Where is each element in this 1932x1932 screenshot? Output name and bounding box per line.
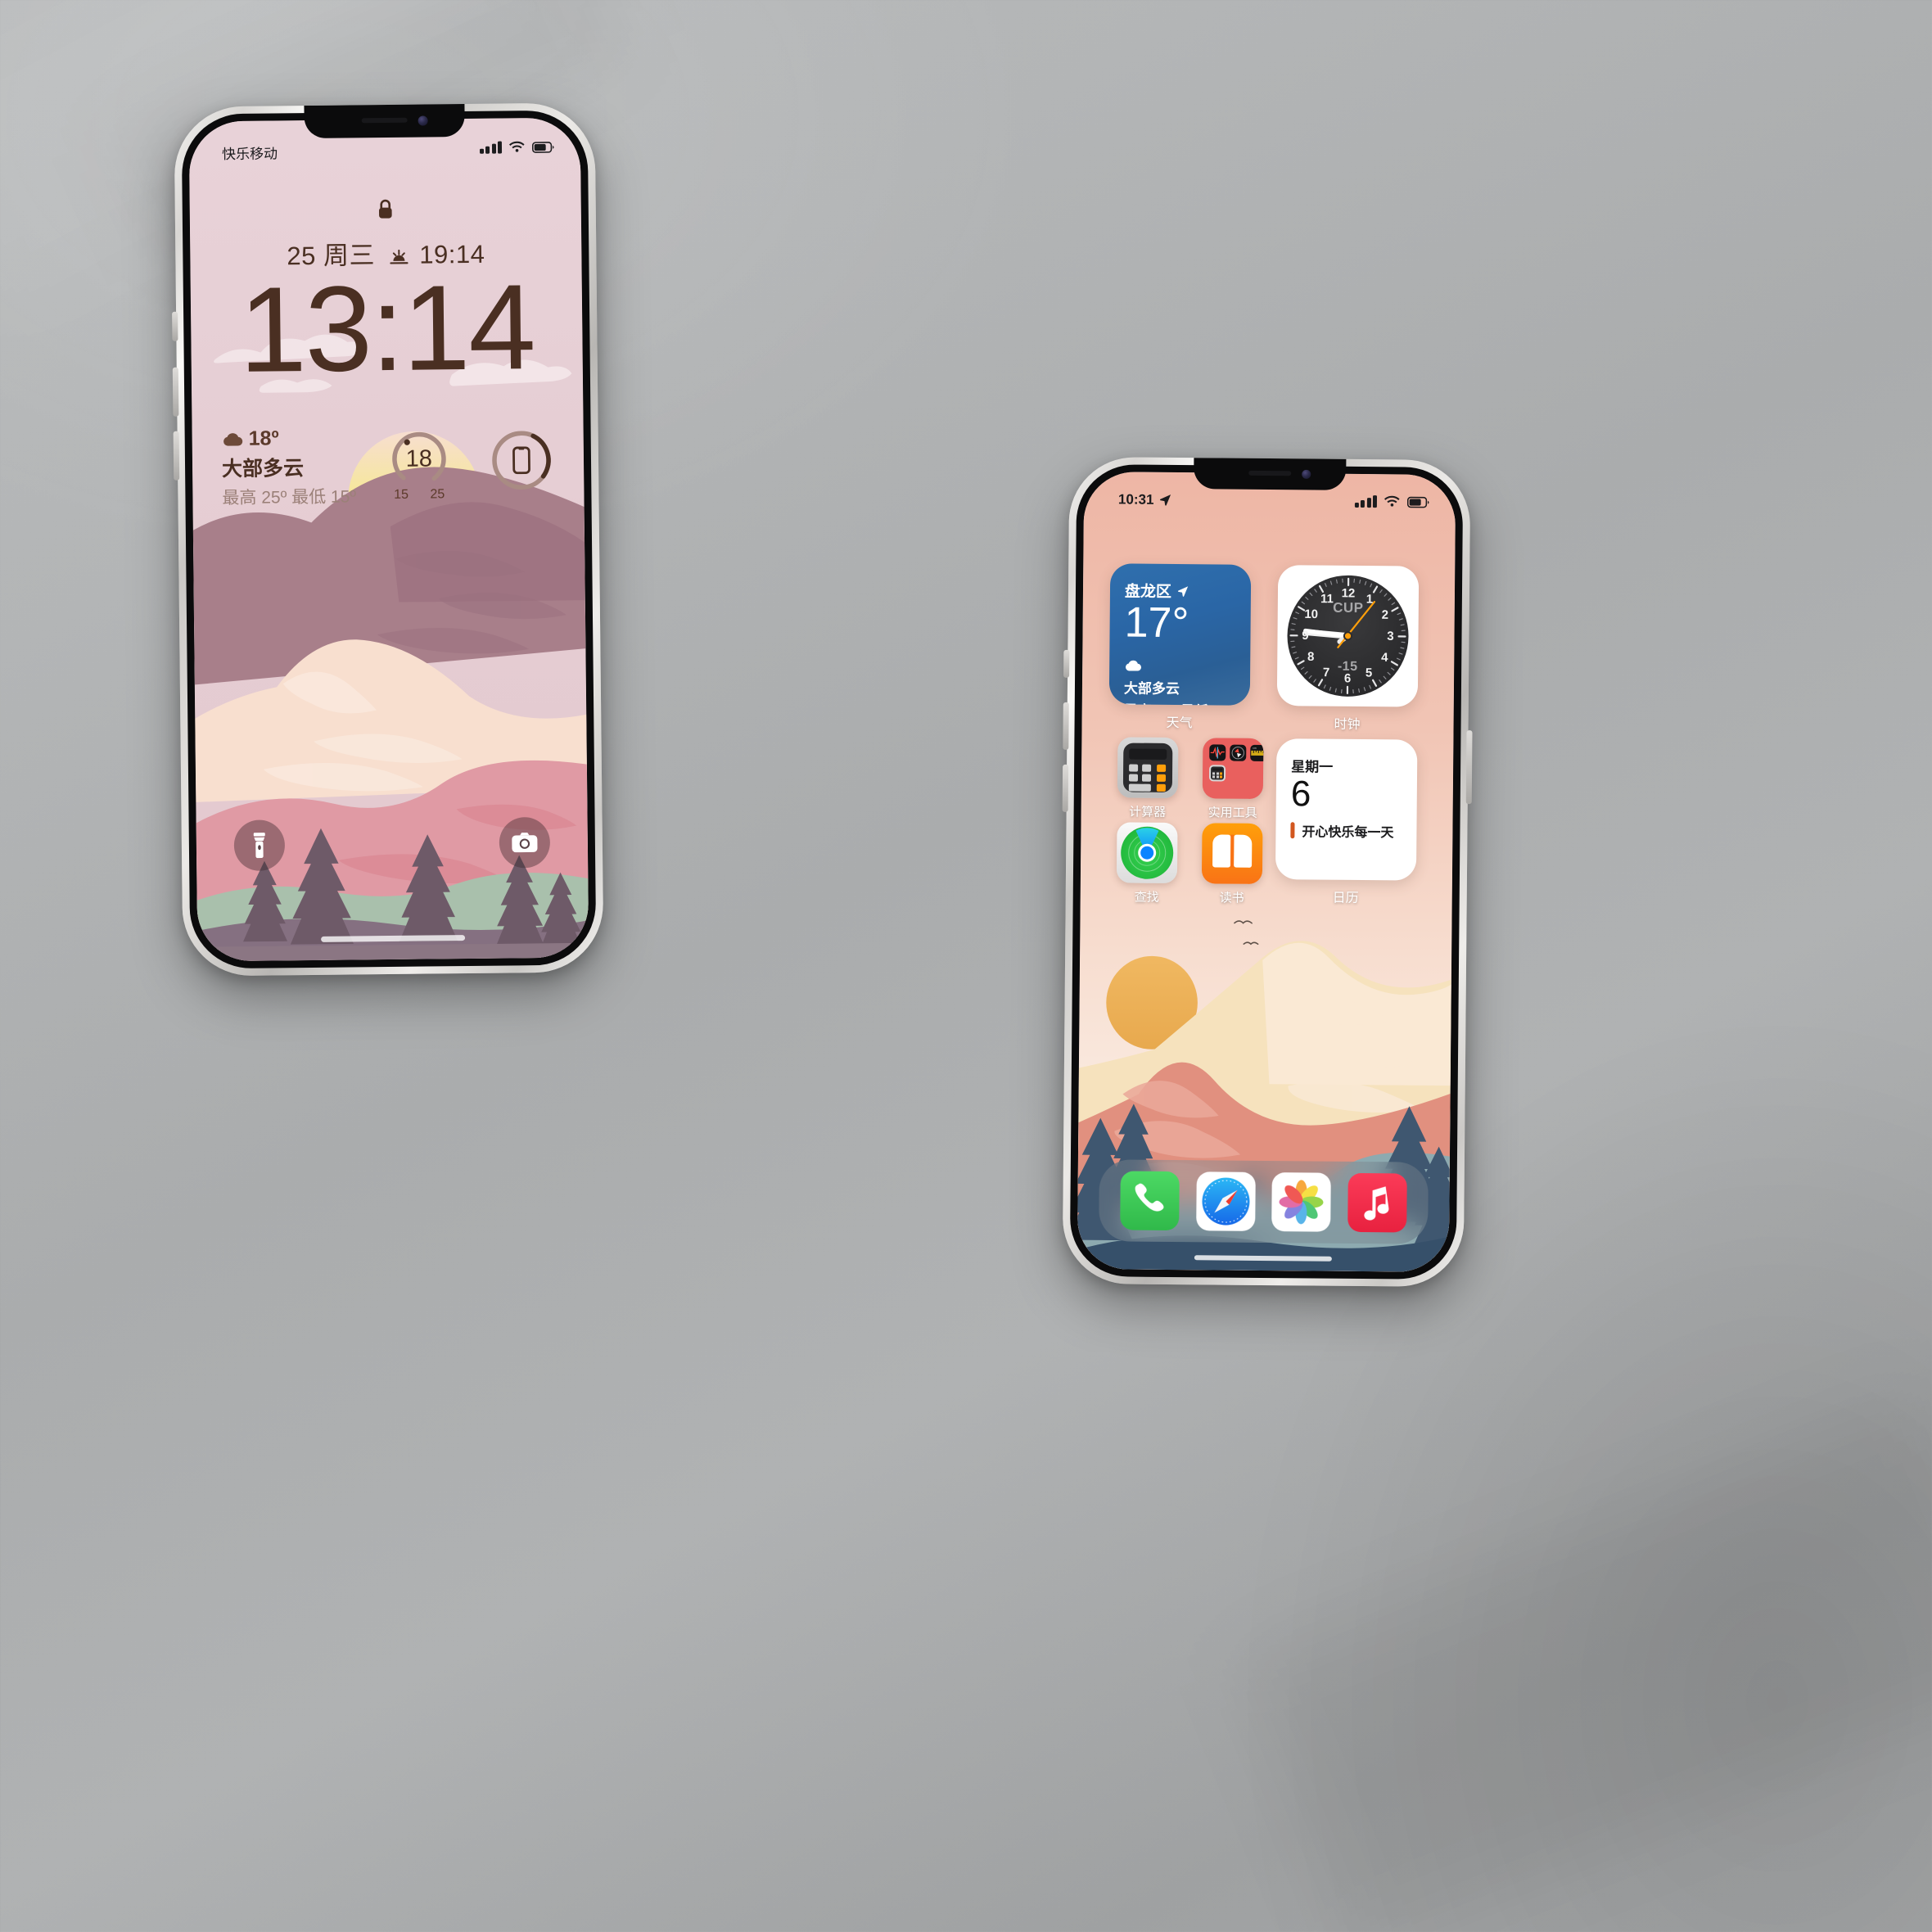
app-findmy[interactable]: 查找 <box>1116 822 1178 905</box>
volume-down-button[interactable] <box>1062 764 1069 812</box>
calendar-widget[interactable]: 星期一 6 开心快乐每一天 <box>1275 738 1418 881</box>
battery-ring-widget[interactable] <box>489 427 555 494</box>
battery-icon <box>531 142 554 153</box>
weather-temperature: 17° <box>1124 598 1189 648</box>
clock-widget-label: 时钟 <box>1334 717 1361 732</box>
clock-numeral: 6 <box>1343 671 1352 686</box>
phone-icon <box>1135 1183 1164 1212</box>
clock-city-code: CUP <box>1333 599 1364 616</box>
app-calculator[interactable]: 计算器 <box>1117 737 1179 819</box>
lock-time: 13:14 <box>238 260 535 398</box>
clock-numeral: 12 <box>1341 586 1356 601</box>
volume-up-button[interactable] <box>1063 702 1069 750</box>
svg-text:cm: cm <box>1253 747 1257 750</box>
flashlight-button[interactable] <box>233 819 286 871</box>
earpiece-speaker <box>361 117 408 124</box>
background-shadow-2 <box>1237 1388 1932 1932</box>
weather-widget-lock[interactable]: 18º 大部多云 最高 25º 最低 15º <box>222 422 357 509</box>
analog-clock-face: CUP -15 12 1 2 3 4 5 6 7 8 9 10 11 <box>1286 575 1410 697</box>
front-camera-icon <box>418 115 428 126</box>
temperature-ring-value: 18 <box>405 445 433 472</box>
app-phone[interactable] <box>1120 1171 1180 1231</box>
iphone-home-screen-device: 10:31 盘龙区 17° 大部多云 天气 CUP -15 12 1 2 3 4… <box>1062 456 1473 1288</box>
app-books[interactable]: 读书 <box>1201 823 1263 905</box>
front-camera-icon <box>1302 469 1311 479</box>
clock-numeral: 9 <box>1302 628 1309 643</box>
temp-ring-low: 15 <box>394 487 409 502</box>
silent-switch[interactable] <box>1063 649 1070 678</box>
calendar-day: 6 <box>1290 774 1311 815</box>
volume-down-button[interactable] <box>173 431 180 481</box>
wifi-icon <box>1384 495 1400 507</box>
cloud-icon <box>223 433 243 446</box>
clock-numeral: 11 <box>1320 592 1334 607</box>
flashlight-icon <box>253 833 265 859</box>
iphone-icon <box>489 427 555 494</box>
wifi-icon <box>508 141 525 152</box>
weather-high-low: 最高 20° 最低 15° <box>1124 699 1235 706</box>
cellular-bars-icon <box>1354 495 1378 508</box>
location-arrow-icon <box>1177 585 1189 597</box>
weather-condition: 大部多云 <box>221 457 305 481</box>
volume-up-button[interactable] <box>172 367 179 417</box>
clock-numeral: 8 <box>1307 649 1315 664</box>
lock-widgets-row: 18º 大部多云 最高 25º 最低 15º 18 15 25 <box>222 421 555 509</box>
temp-ring-high: 25 <box>430 487 445 502</box>
battery-icon <box>1406 496 1429 508</box>
camera-icon <box>512 833 538 853</box>
clock-numeral: 7 <box>1322 666 1330 680</box>
clock-numeral: 5 <box>1365 666 1373 680</box>
weather-condition: 大部多云 <box>1123 680 1180 697</box>
clock-numeral: 2 <box>1381 607 1389 622</box>
music-icon <box>1364 1186 1389 1221</box>
power-button[interactable] <box>1465 730 1473 805</box>
notch <box>304 104 465 139</box>
clock-numeral: 1 <box>1365 592 1374 607</box>
camera-button[interactable] <box>499 816 551 869</box>
lock-closed-icon <box>377 198 395 225</box>
lock-screen-display[interactable]: 快乐移动 25 周三 19:14 13:14 18º 大部多云 最高 25º 最… <box>188 117 589 962</box>
calendar-event-title: 开心快乐每一天 <box>1302 824 1394 840</box>
location-arrow-icon <box>1160 494 1171 506</box>
app-photos[interactable] <box>1271 1172 1332 1232</box>
app-folder-utilities[interactable]: cm 实用工具 <box>1202 738 1264 820</box>
calendar-widget-label: 日历 <box>1332 891 1359 905</box>
app-music[interactable] <box>1347 1172 1407 1233</box>
status-time: 10:31 <box>1117 491 1154 508</box>
clock-numeral: 4 <box>1381 650 1388 665</box>
iphone-lock-screen-device: 快乐移动 25 周三 19:14 13:14 18º 大部多云 最高 25º 最… <box>172 102 604 977</box>
clock-widget[interactable]: CUP -15 12 1 2 3 4 5 6 7 8 9 10 11 <box>1276 565 1420 707</box>
weather-widget-label: 天气 <box>1166 715 1193 731</box>
app-label: 计算器 <box>1129 805 1167 819</box>
app-label: 读书 <box>1219 891 1244 905</box>
notch <box>1194 458 1347 490</box>
cloud-icon <box>1125 661 1142 671</box>
app-label: 实用工具 <box>1208 806 1257 820</box>
safari-icon <box>1202 1177 1250 1226</box>
carrier-label: 快乐移动 <box>221 146 278 163</box>
clock-numeral: 3 <box>1387 629 1394 643</box>
app-safari[interactable] <box>1195 1171 1256 1231</box>
earpiece-speaker <box>1248 471 1292 476</box>
temperature-ring-widget[interactable]: 18 15 25 <box>388 428 449 503</box>
weather-high-low: 最高 25º 最低 15º <box>222 487 357 508</box>
app-label: 查找 <box>1134 890 1159 905</box>
calendar-event-color-bar <box>1290 821 1295 838</box>
cellular-bars-icon <box>479 141 503 154</box>
dock <box>1099 1159 1429 1244</box>
silent-switch[interactable] <box>172 311 178 341</box>
home-screen-display[interactable]: 10:31 盘龙区 17° 大部多云 天气 CUP -15 12 1 2 3 4… <box>1077 472 1456 1272</box>
weather-widget[interactable]: 盘龙区 17° 大部多云 最高 20° 最低 15° <box>1108 563 1252 706</box>
photos-icon <box>1279 1180 1324 1225</box>
clock-numeral: 10 <box>1304 607 1319 622</box>
weather-temp: 18º <box>248 427 279 450</box>
